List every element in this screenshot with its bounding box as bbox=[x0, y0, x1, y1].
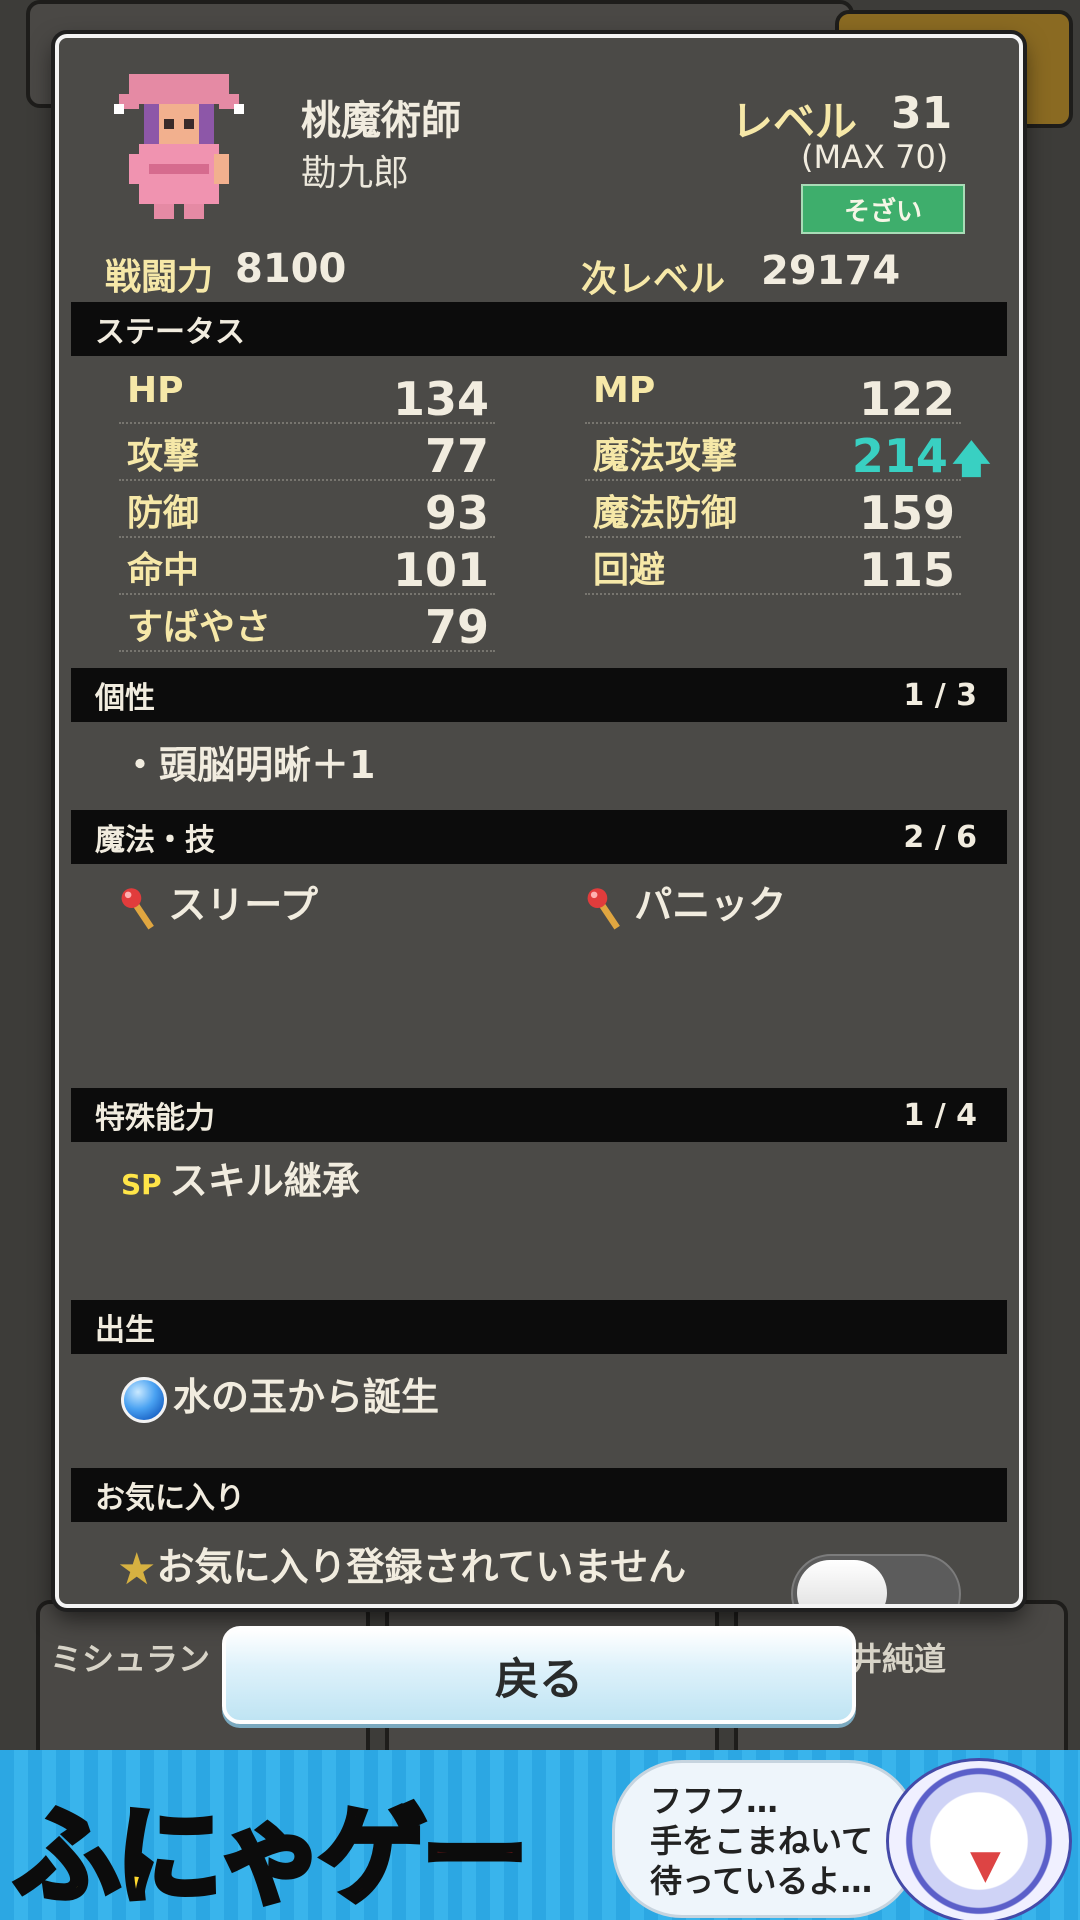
origin-label: 水の玉から誕生 bbox=[173, 1375, 440, 1419]
next-level-label: 次レベル bbox=[581, 259, 726, 300]
character-detail-modal: 桃魔術師 勘九郎 レベル 31 (MAX 70) そざい 戦闘力 8100 次レ… bbox=[55, 34, 1023, 1608]
ad-logo[interactable]: ふにゃゲー bbox=[11, 1770, 531, 1920]
back-button[interactable]: 戻る bbox=[222, 1626, 856, 1724]
toggle-knob[interactable] bbox=[797, 1560, 887, 1604]
water-orb-icon bbox=[121, 1376, 167, 1423]
section-title: お気に入り bbox=[95, 1481, 245, 1516]
wand-icon bbox=[121, 887, 154, 930]
stat-row-magic-defense: 魔法防御 159 bbox=[585, 480, 961, 540]
stat-value: 134 bbox=[392, 372, 489, 426]
favorite-toggle[interactable] bbox=[791, 1554, 961, 1604]
stat-row-accuracy: 命中 101 bbox=[119, 537, 495, 597]
section-skills: 魔法・技 2 / 6 bbox=[71, 810, 1007, 864]
skill-label: パニック bbox=[634, 883, 787, 927]
section-count: 1 / 4 bbox=[903, 1097, 977, 1133]
sozai-button[interactable]: そざい bbox=[801, 184, 965, 234]
sp-badge: SP bbox=[121, 1168, 162, 1201]
favorite-item: ★お気に入り登録されていません bbox=[117, 1536, 686, 1595]
stat-row-mp: MP 122 bbox=[585, 366, 961, 426]
stat-name: 魔法攻撃 bbox=[593, 436, 738, 477]
power-label: 戦闘力 bbox=[105, 257, 214, 298]
stat-name: 回避 bbox=[593, 550, 666, 591]
ad-ghost-icon bbox=[886, 1758, 1072, 1920]
character-sprite-icon bbox=[114, 74, 244, 219]
power-value: 8100 bbox=[235, 246, 347, 292]
stat-name: 防御 bbox=[127, 493, 200, 534]
stat-name: MP bbox=[593, 370, 656, 411]
stat-value: 214 bbox=[851, 429, 948, 483]
stat-row-defense: 防御 93 bbox=[119, 480, 495, 540]
stat-row-evasion: 回避 115 bbox=[585, 537, 961, 597]
section-traits: 個性 1 / 3 bbox=[71, 668, 1007, 722]
character-job: 桃魔術師 bbox=[301, 98, 461, 144]
stat-value: 122 bbox=[858, 372, 955, 426]
stat-row-attack: 攻撃 77 bbox=[119, 423, 495, 483]
stat-name: 魔法防御 bbox=[593, 493, 738, 534]
modal-content: 桃魔術師 勘九郎 レベル 31 (MAX 70) そざい 戦闘力 8100 次レ… bbox=[71, 50, 1007, 1604]
section-status: ステータス bbox=[71, 302, 1007, 356]
section-count: 1 / 3 bbox=[903, 677, 977, 713]
stat-value: 93 bbox=[424, 486, 489, 540]
ad-banner[interactable]: ふにゃゲー フフフ… 手をこまねいて 待っているよ… ▼ bbox=[0, 1750, 1080, 1920]
character-name: 勘九郎 bbox=[301, 153, 410, 194]
stat-name: HP bbox=[127, 370, 184, 411]
trait-item[interactable]: ・頭脳明晰＋1 bbox=[121, 734, 375, 789]
level-value: 31 bbox=[891, 88, 953, 139]
skill-item[interactable]: スリープ bbox=[121, 874, 318, 931]
stat-value: 101 bbox=[392, 543, 489, 597]
section-title: 特殊能力 bbox=[95, 1101, 215, 1136]
background-unit-name: ミシュラン bbox=[50, 1640, 211, 1678]
ad-logo-text: ゲー bbox=[317, 1792, 531, 1920]
up-arrow-icon: 🡅 bbox=[951, 437, 991, 481]
section-title: 個性 bbox=[95, 681, 155, 716]
origin-item: 水の玉から誕生 bbox=[121, 1366, 439, 1423]
skill-item[interactable]: パニック bbox=[587, 874, 786, 931]
section-title: 魔法・技 bbox=[95, 823, 215, 858]
stat-name: 攻撃 bbox=[127, 436, 200, 477]
level-max: (MAX 70) bbox=[801, 138, 949, 176]
favorite-label: お気に入り登録されていません bbox=[156, 1545, 687, 1589]
ad-logo-text: ふにゃ bbox=[11, 1792, 327, 1920]
skill-label: スリープ bbox=[168, 883, 318, 927]
background-unit-name: 井純道 bbox=[850, 1640, 947, 1678]
stat-value: 159 bbox=[858, 486, 955, 540]
stat-value: 79 bbox=[424, 600, 489, 654]
section-favorite: お気に入り bbox=[71, 1468, 1007, 1522]
special-label: スキル継承 bbox=[169, 1159, 360, 1203]
ad-ghost-face-icon: ▼ bbox=[970, 1842, 1001, 1888]
next-level-value: 29174 bbox=[761, 248, 901, 294]
stat-row-magic-attack: 魔法攻撃 214 🡅 bbox=[585, 423, 991, 483]
ad-text-line: 待っているよ… bbox=[650, 1862, 873, 1900]
section-special: 特殊能力 1 / 4 bbox=[71, 1088, 1007, 1142]
wand-icon bbox=[587, 887, 620, 930]
section-title: ステータス bbox=[95, 315, 245, 350]
stat-name: すばやさ bbox=[127, 607, 272, 648]
stat-row-speed: すばやさ 79 bbox=[119, 594, 495, 654]
stat-value: 77 bbox=[424, 429, 489, 483]
section-origin: 出生 bbox=[71, 1300, 1007, 1354]
section-title: 出生 bbox=[95, 1313, 155, 1348]
stat-value: 115 bbox=[858, 543, 955, 597]
special-item[interactable]: SP スキル継承 bbox=[121, 1150, 360, 1205]
stat-name: 命中 bbox=[127, 550, 200, 591]
star-icon: ★ bbox=[117, 1544, 157, 1595]
section-count: 2 / 6 bbox=[903, 819, 977, 855]
stat-row-hp: HP 134 bbox=[119, 366, 495, 426]
